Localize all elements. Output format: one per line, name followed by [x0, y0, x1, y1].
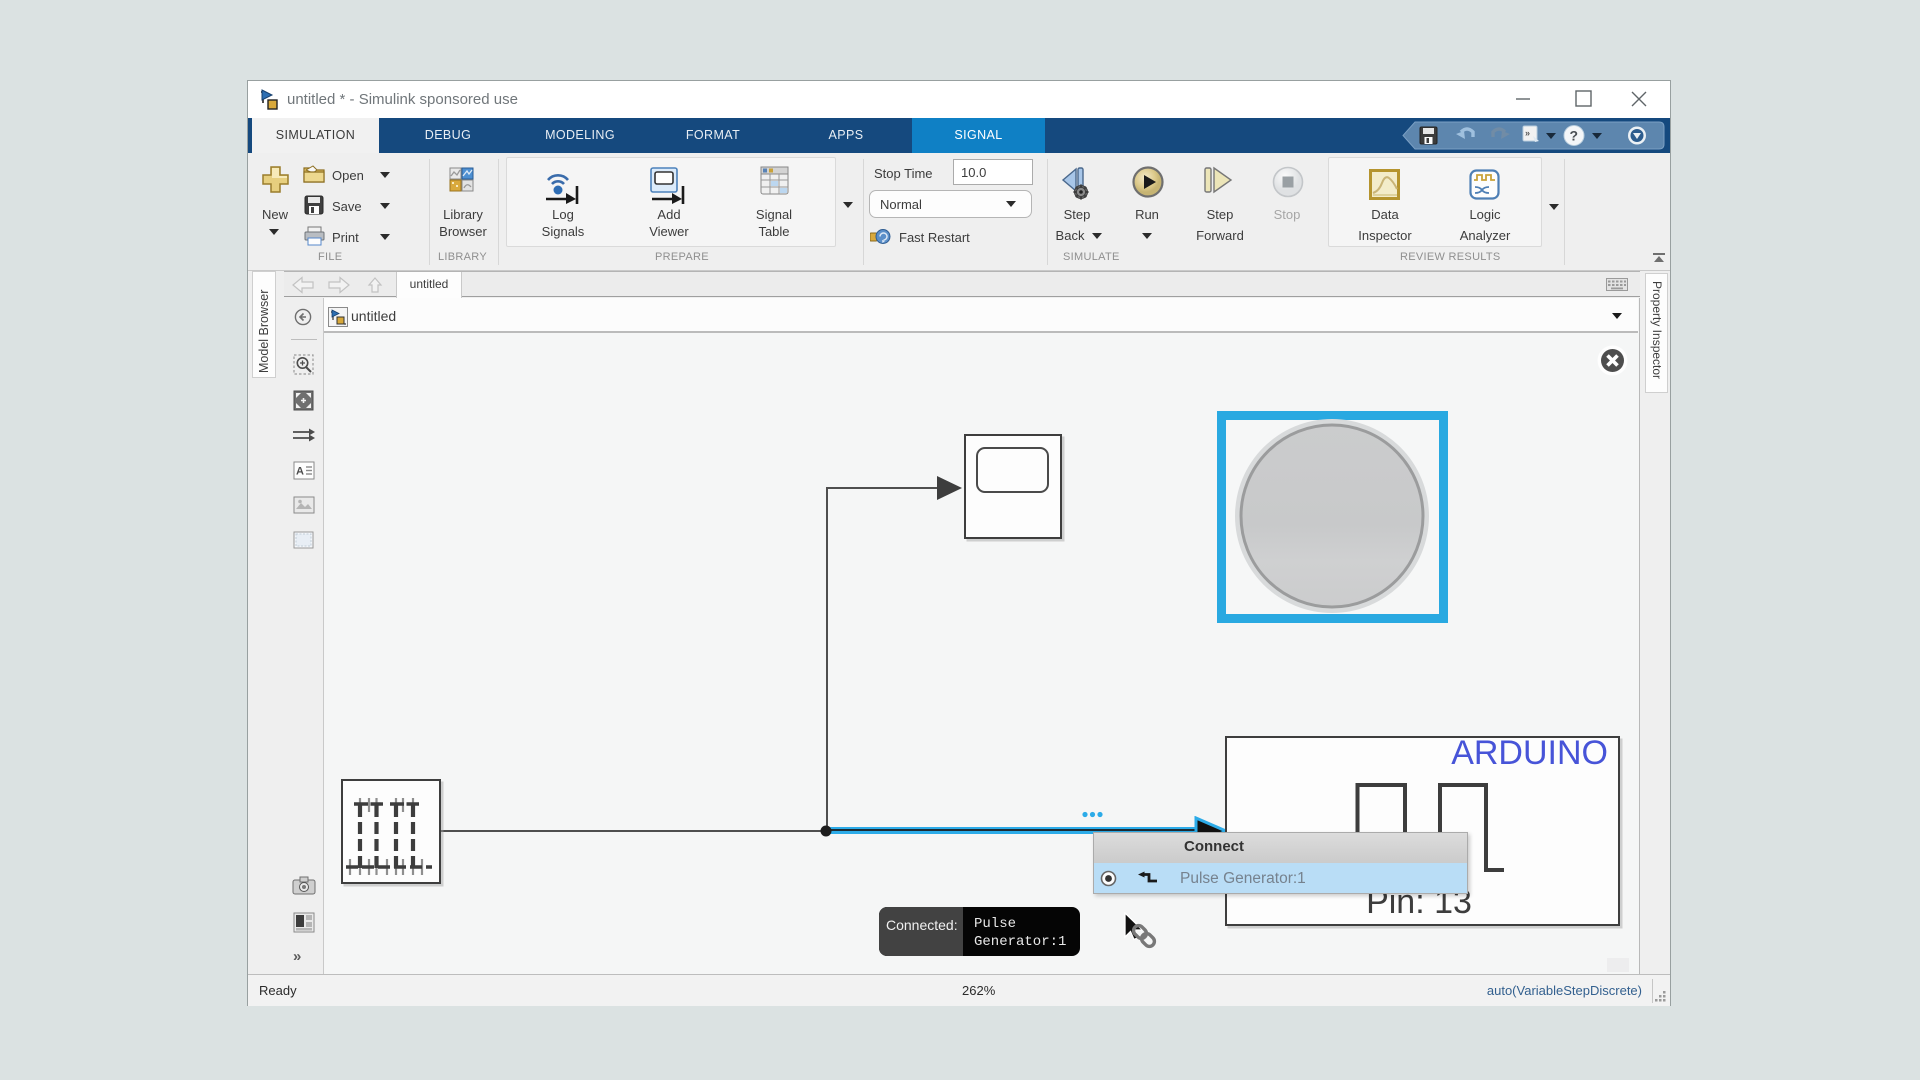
svg-text:A: A — [296, 466, 304, 478]
svg-text:?: ? — [1570, 128, 1579, 144]
svg-text:»: » — [1525, 128, 1530, 138]
